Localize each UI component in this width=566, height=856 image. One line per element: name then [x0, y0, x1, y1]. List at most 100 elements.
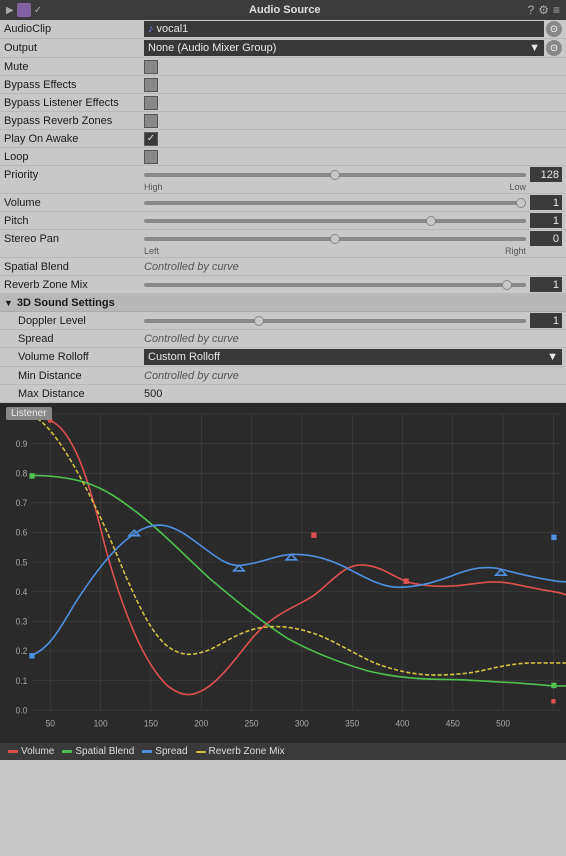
volume-rolloff-row: Volume Rolloff Custom Rolloff ▼ [0, 348, 566, 367]
help-icon[interactable]: ? [528, 3, 535, 17]
legend-reverb-zone-mix: Reverb Zone Mix [196, 746, 285, 757]
main-content: AudioClip ♪ vocal1 ⊙ Output None (Audio … [0, 20, 566, 760]
stereo-pan-track[interactable] [144, 237, 526, 241]
pitch-row: Pitch 1 [0, 212, 566, 230]
bypass-listener-effects-value [144, 96, 562, 110]
bypass-listener-effects-row: Bypass Listener Effects [0, 94, 566, 112]
component-icon [17, 3, 31, 17]
title-text: Audio Source [46, 4, 523, 16]
chevron-down-icon: ▼ [529, 42, 540, 54]
output-dropdown[interactable]: None (Audio Mixer Group) ▼ [144, 40, 544, 56]
svg-text:400: 400 [395, 718, 409, 728]
bypass-reverb-zones-label: Bypass Reverb Zones [4, 115, 144, 127]
bypass-effects-checkbox[interactable] [144, 78, 158, 92]
expand-arrow[interactable]: ▶ [6, 5, 14, 16]
priority-label: Priority [4, 169, 144, 181]
svg-text:0.2: 0.2 [16, 646, 28, 656]
rolloff-chevron-icon: ▼ [547, 351, 558, 363]
pitch-slider-track[interactable] [144, 219, 526, 223]
title-bar: ▶ ✓ Audio Source ? ⚙ ≡ [0, 0, 566, 20]
play-on-awake-row: Play On Awake ✓ [0, 130, 566, 148]
reverb-zone-mix-thumb[interactable] [502, 280, 512, 290]
legend-volume: Volume [8, 746, 54, 757]
play-on-awake-checkbox[interactable]: ✓ [144, 132, 158, 146]
svg-text:0.5: 0.5 [16, 557, 28, 567]
reverb-zone-legend-label: Reverb Zone Mix [209, 746, 285, 757]
priority-high-label: High [144, 182, 163, 192]
reverb-zone-mix-slider-container: 1 [144, 277, 562, 292]
audio-clip-label: AudioClip [4, 23, 144, 35]
volume-value[interactable]: 1 [530, 195, 562, 210]
pitch-label: Pitch [4, 215, 144, 227]
sound-settings-header[interactable]: ▼ 3D Sound Settings [0, 294, 566, 312]
svg-text:100: 100 [94, 718, 108, 728]
volume-row: Volume 1 [0, 194, 566, 212]
svg-text:0.3: 0.3 [16, 616, 28, 626]
min-distance-label: Min Distance [4, 370, 144, 382]
output-value-text: None (Audio Mixer Group) [148, 42, 276, 54]
settings-icon[interactable]: ⚙ [538, 3, 549, 17]
reverb-zone-mix-value[interactable]: 1 [530, 277, 562, 292]
mute-checkbox[interactable] [144, 60, 158, 74]
spatial-blend-legend-label: Spatial Blend [75, 746, 134, 757]
stereo-right-label: Right [505, 246, 526, 256]
stereo-pan-value[interactable]: 0 [530, 231, 562, 246]
mute-row: Mute [0, 58, 566, 76]
audio-clip-name: vocal1 [157, 23, 189, 35]
listener-badge: Listener [6, 407, 52, 420]
bypass-listener-effects-label: Bypass Listener Effects [4, 97, 144, 109]
note-icon: ♪ [148, 23, 154, 35]
stereo-left-label: Left [144, 246, 159, 256]
svg-text:150: 150 [144, 718, 158, 728]
svg-text:350: 350 [345, 718, 359, 728]
menu-icon[interactable]: ≡ [553, 3, 560, 17]
spatial-blend-row: Spatial Blend Controlled by curve [0, 258, 566, 276]
spatial-blend-legend-dot [62, 750, 72, 753]
pitch-slider-thumb[interactable] [426, 216, 436, 226]
doppler-level-track[interactable] [144, 319, 526, 323]
priority-slider-track[interactable] [144, 173, 526, 177]
sound-settings-label: 3D Sound Settings [17, 297, 115, 309]
volume-slider-container: 1 [144, 195, 562, 210]
doppler-level-label: Doppler Level [4, 315, 144, 327]
spread-legend-label: Spread [155, 746, 187, 757]
output-select-btn[interactable]: ⊙ [546, 40, 562, 56]
loop-checkbox[interactable] [144, 150, 158, 164]
volume-legend-label: Volume [21, 746, 54, 757]
bypass-effects-row: Bypass Effects [0, 76, 566, 94]
volume-slider-thumb[interactable] [516, 198, 526, 208]
bypass-effects-label: Bypass Effects [4, 79, 144, 91]
check-icon[interactable]: ✓ [34, 5, 42, 16]
output-row: Output None (Audio Mixer Group) ▼ ⊙ [0, 39, 566, 58]
stereo-pan-row: Stereo Pan 0 Left Right [0, 230, 566, 258]
priority-value[interactable]: 128 [530, 167, 562, 182]
svg-text:0.7: 0.7 [16, 498, 28, 508]
volume-slider-track[interactable] [144, 201, 526, 205]
svg-text:0.6: 0.6 [16, 528, 28, 538]
spread-value: Controlled by curve [144, 333, 562, 345]
doppler-level-thumb[interactable] [254, 316, 264, 326]
svg-text:300: 300 [295, 718, 309, 728]
bypass-reverb-checkbox[interactable] [144, 114, 158, 128]
bypass-listener-checkbox[interactable] [144, 96, 158, 110]
reverb-zone-mix-row: Reverb Zone Mix 1 [0, 276, 566, 294]
volume-rolloff-value: Custom Rolloff ▼ [144, 349, 562, 365]
reverb-zone-mix-label: Reverb Zone Mix [4, 279, 144, 291]
volume-rolloff-dropdown[interactable]: Custom Rolloff ▼ [144, 349, 562, 365]
reverb-zone-legend-dot [196, 751, 206, 753]
audio-clip-select-btn[interactable]: ⊙ [546, 21, 562, 37]
mute-label: Mute [4, 61, 144, 73]
loop-value [144, 150, 562, 164]
svg-text:50: 50 [46, 718, 56, 728]
checkmark-icon: ✓ [147, 133, 155, 144]
doppler-level-value[interactable]: 1 [530, 313, 562, 328]
stereo-pan-thumb[interactable] [330, 234, 340, 244]
svg-text:0.1: 0.1 [16, 676, 28, 686]
audio-clip-field[interactable]: ♪ vocal1 [144, 21, 544, 37]
doppler-level-slider-container: 1 [144, 313, 562, 328]
svg-text:0.4: 0.4 [16, 587, 28, 597]
priority-slider-thumb[interactable] [330, 170, 340, 180]
svg-text:500: 500 [496, 718, 510, 728]
reverb-zone-mix-track[interactable] [144, 283, 526, 287]
pitch-value[interactable]: 1 [530, 213, 562, 228]
